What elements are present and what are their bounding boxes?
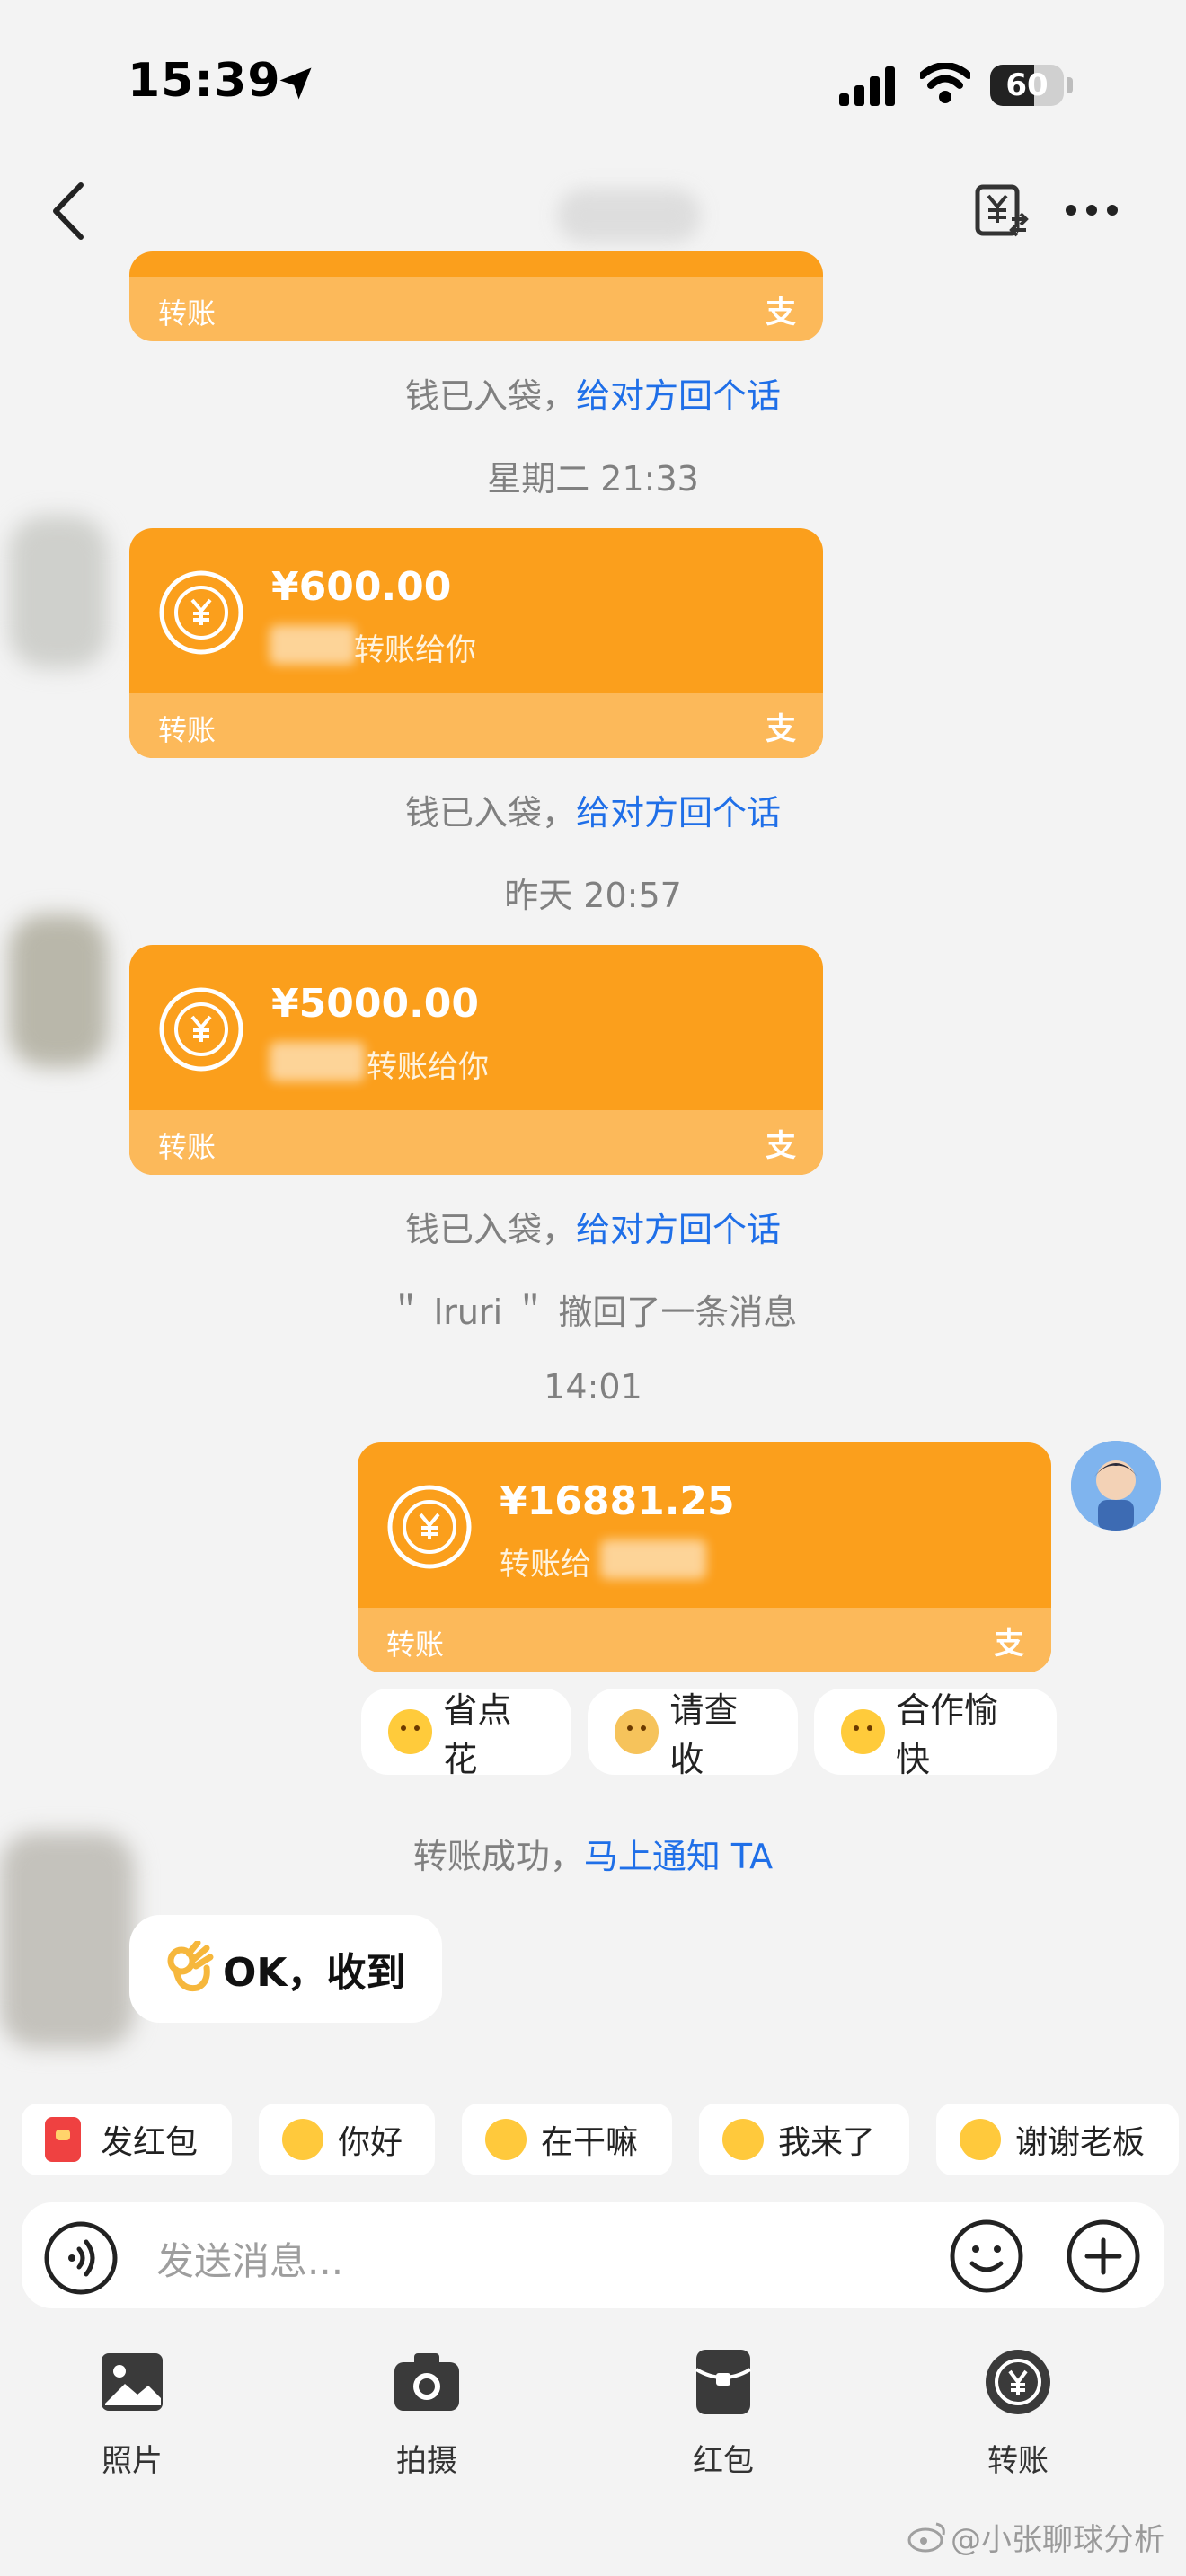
timestamp: 14:01 <box>544 1367 642 1407</box>
chip-im-here[interactable]: 我来了 <box>699 2104 909 2175</box>
transfer-card[interactable]: ¥600.00 转账给你 转账 支 <box>129 528 823 758</box>
transfer-amount: ¥5000.00 <box>271 981 480 1027</box>
contact-avatar[interactable] <box>0 1832 135 2048</box>
ok-hand-emoji-icon <box>167 1941 214 1992</box>
transfer-coin-icon <box>387 1485 472 1569</box>
system-message: 钱已入袋，给对方回个话 <box>404 793 782 833</box>
system-message: 转账成功，马上通知 TA <box>412 1837 774 1876</box>
reply-link[interactable]: 给对方回个话 <box>576 793 781 833</box>
recall-notice: ＂ lruri ＂ 撤回了一条消息 <box>388 1292 798 1332</box>
notify-link[interactable]: 马上通知 TA <box>584 1837 773 1876</box>
alipay-icon: 支 <box>766 1128 796 1164</box>
transfer-label: 转账 <box>158 713 217 747</box>
message-input[interactable]: 发送消息... <box>156 2231 343 2286</box>
emoji-icon <box>960 2119 1001 2160</box>
location-arrow-icon <box>279 67 312 100</box>
alipay-icon: 支 <box>766 711 796 747</box>
battery-indicator: 60 <box>990 65 1073 106</box>
smile-emoji-icon <box>841 1709 885 1754</box>
reply-link[interactable]: 给对方回个话 <box>576 376 781 416</box>
back-chevron-icon[interactable] <box>47 180 92 243</box>
contact-avatar[interactable] <box>9 914 108 1067</box>
transfer-amount: ¥16881.25 <box>500 1478 735 1524</box>
timestamp: 昨天 20:57 <box>504 876 682 915</box>
quick-reply-button[interactable]: 请查收 <box>588 1689 798 1779</box>
toolbar-red-packet[interactable]: 红包 <box>656 2346 791 2480</box>
alipay-icon: 支 <box>766 295 796 331</box>
emoji-picker-icon[interactable] <box>949 2219 1024 2294</box>
cartoon-boy-avatar-icon <box>1071 1441 1161 1531</box>
transfer-label: 转账 <box>158 1130 217 1164</box>
camera-icon <box>394 2353 459 2411</box>
hands-emoji-icon <box>615 1709 659 1754</box>
transfer-description: 转账给你 <box>354 632 476 668</box>
chip-thanks-boss[interactable]: 谢谢老板 <box>936 2104 1179 2175</box>
quick-reply-button[interactable]: 省点花 <box>361 1689 571 1779</box>
contact-name-redacted <box>557 189 701 243</box>
emoji-icon <box>388 1709 433 1754</box>
transfer-label: 转账 <box>386 1628 445 1662</box>
status-time: 15:39 <box>128 54 281 108</box>
watermark: @小张聊球分析 <box>951 2522 1164 2558</box>
alipay-icon: 支 <box>994 1626 1024 1662</box>
toolbar-transfer[interactable]: 转账 <box>951 2346 1085 2480</box>
cellular-signal-icon <box>839 66 895 106</box>
my-avatar[interactable] <box>1071 1441 1161 1531</box>
more-actions-plus-icon[interactable] <box>1066 2219 1141 2294</box>
message-bubble[interactable]: OK，收到 <box>129 1915 442 2023</box>
contact-avatar[interactable] <box>9 516 108 668</box>
transfer-description: 转账给 <box>500 1547 591 1583</box>
toolbar-photo[interactable]: 照片 <box>65 2346 199 2480</box>
toolbar-camera[interactable]: 拍摄 <box>359 2346 494 2480</box>
emoji-icon <box>282 2119 323 2160</box>
weibo-logo-icon <box>907 2522 945 2553</box>
photo-icon <box>102 2353 163 2411</box>
wifi-icon <box>920 63 970 103</box>
timestamp: 星期二 21:33 <box>487 459 699 498</box>
transfer-coin-icon <box>159 570 243 655</box>
transfer-card-sent[interactable]: ¥16881.25 转账给 转账 支 <box>358 1442 1051 1672</box>
transfer-coin-icon <box>159 987 243 1072</box>
system-message: 钱已入袋，给对方回个话 <box>404 376 782 416</box>
battery-percent: 60 <box>1005 67 1049 103</box>
red-packet-icon <box>45 2117 81 2162</box>
red-packet-icon <box>695 2350 752 2414</box>
emoji-icon <box>485 2119 527 2160</box>
chip-what-doing[interactable]: 在干嘛 <box>462 2104 672 2175</box>
chip-send-red-packet[interactable]: 发红包 <box>22 2104 232 2175</box>
voice-input-icon[interactable] <box>43 2220 119 2296</box>
sunglasses-emoji-icon <box>722 2119 764 2160</box>
quick-reply-button[interactable]: 合作愉快 <box>814 1689 1057 1779</box>
transfer-description: 转账给你 <box>367 1049 489 1085</box>
transfer-card[interactable]: ¥5000.00 转账给你 转账 支 <box>129 945 823 1175</box>
chip-hello[interactable]: 你好 <box>259 2104 435 2175</box>
system-message: 钱已入袋，给对方回个话 <box>404 1210 782 1249</box>
transfer-amount: ¥600.00 <box>271 564 452 610</box>
transfer-icon <box>986 2350 1050 2414</box>
reply-link[interactable]: 给对方回个话 <box>576 1210 781 1249</box>
more-options-icon[interactable] <box>1064 199 1120 221</box>
transfer-card-partial[interactable]: 转账 支 <box>129 251 823 341</box>
currency-exchange-icon[interactable] <box>972 183 1030 241</box>
transfer-label: 转账 <box>158 296 217 331</box>
